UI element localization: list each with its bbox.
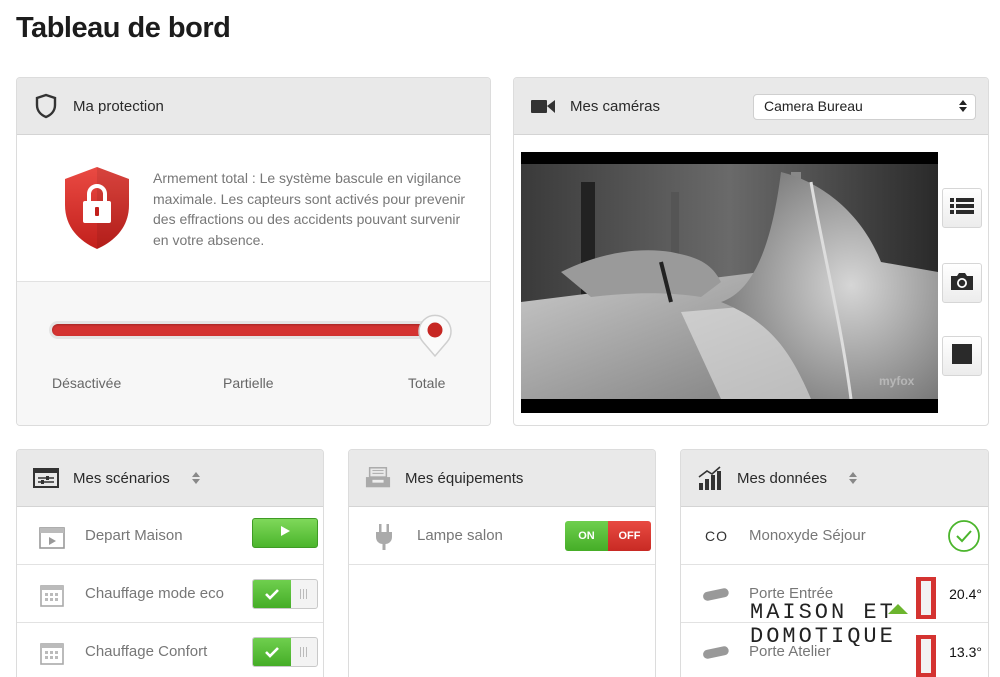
donnees-header: Mes données bbox=[681, 450, 988, 507]
co-icon: CO bbox=[705, 527, 728, 544]
calendar-icon bbox=[37, 638, 67, 668]
scenario-toggle[interactable] bbox=[252, 637, 318, 667]
check-icon bbox=[253, 580, 291, 608]
camera-select[interactable]: Camera Bureau bbox=[753, 94, 976, 120]
myfox-watermark: myfox bbox=[879, 374, 915, 388]
data-row: CO Monoxyde Séjour bbox=[681, 507, 988, 565]
protection-header: Ma protection bbox=[17, 78, 490, 135]
toggle-grip bbox=[300, 647, 307, 657]
slider-track[interactable] bbox=[52, 324, 436, 336]
scenario-row: Depart Maison bbox=[17, 507, 323, 565]
svg-text:DOMOTIQUE: DOMOTIQUE bbox=[750, 624, 896, 646]
equipements-panel: Mes équipements Lampe salon ON OFF bbox=[348, 449, 656, 677]
plug-icon bbox=[369, 522, 399, 552]
protection-body: Armement total : Le système bascule en v… bbox=[17, 135, 490, 282]
play-scenario-button[interactable] bbox=[252, 518, 318, 548]
stop-icon bbox=[952, 343, 972, 369]
scenarios-header: Mes scénarios bbox=[17, 450, 323, 507]
shield-outline-icon bbox=[33, 93, 59, 119]
level-partielle[interactable]: Partielle bbox=[223, 375, 274, 391]
protection-slider[interactable]: Désactivée Partielle Totale bbox=[17, 282, 490, 425]
level-desactivee[interactable]: Désactivée bbox=[52, 375, 121, 391]
off-button[interactable]: OFF bbox=[608, 521, 651, 551]
equipment-icon bbox=[365, 465, 391, 491]
cameras-title: Mes caméras bbox=[570, 97, 661, 115]
video-camera-icon bbox=[530, 93, 556, 119]
list-icon bbox=[950, 196, 974, 221]
protection-panel: Ma protection Armement total : Le systèm… bbox=[16, 77, 491, 426]
equipment-label: Lampe salon bbox=[417, 527, 503, 544]
data-label: Monoxyde Séjour bbox=[749, 527, 866, 544]
page-title: Tableau de bord bbox=[16, 12, 231, 44]
sensor-icon bbox=[701, 580, 731, 610]
bar-chart-icon bbox=[697, 465, 723, 491]
check-icon bbox=[253, 638, 291, 666]
scenario-label: Depart Maison bbox=[85, 527, 183, 544]
level-totale[interactable]: Totale bbox=[408, 375, 445, 391]
camera-list-button[interactable] bbox=[942, 188, 982, 228]
movie-icon bbox=[37, 522, 67, 552]
sensor-icon bbox=[701, 638, 731, 668]
donnees-title: Mes données bbox=[737, 469, 828, 487]
on-button[interactable]: ON bbox=[565, 521, 608, 551]
scenario-label: Chauffage Confort bbox=[85, 643, 208, 660]
camera-select-value: Camera Bureau bbox=[764, 98, 863, 114]
scenario-row: Chauffage Confort bbox=[17, 623, 323, 677]
sort-icon[interactable] bbox=[191, 472, 200, 484]
camera-stop-button[interactable] bbox=[942, 336, 982, 376]
equipements-header: Mes équipements bbox=[349, 450, 655, 507]
scenario-panel-icon bbox=[33, 465, 59, 491]
scenario-label: Chauffage mode eco bbox=[85, 585, 224, 602]
equipements-title: Mes équipements bbox=[405, 469, 524, 487]
scenario-toggle[interactable] bbox=[252, 579, 318, 609]
svg-text:MAISON ET: MAISON ET bbox=[750, 600, 896, 625]
status-ok-icon bbox=[947, 519, 981, 558]
scenario-row: Chauffage mode eco bbox=[17, 565, 323, 623]
equipment-row: Lampe salon ON OFF bbox=[349, 507, 655, 565]
cameras-panel: Mes caméras Camera Bureau myfox bbox=[513, 77, 989, 426]
sort-icon[interactable] bbox=[849, 472, 858, 484]
on-off-switch[interactable]: ON OFF bbox=[565, 521, 651, 551]
photo-camera-icon bbox=[949, 271, 975, 296]
scenarios-title: Mes scénarios bbox=[73, 469, 170, 487]
protection-description: Armement total : Le système bascule en v… bbox=[153, 170, 466, 248]
red-shield-lock-icon bbox=[61, 165, 133, 256]
calendar-icon bbox=[37, 580, 67, 610]
protection-title: Ma protection bbox=[73, 97, 164, 115]
maison-et-domotique-logo: MAISON ET MAISON ET DOMOTIQUE DOMOTIQUE bbox=[748, 598, 958, 651]
select-caret-icon bbox=[959, 100, 967, 112]
slider-handle[interactable] bbox=[417, 312, 453, 363]
play-icon bbox=[279, 524, 291, 542]
camera-feed[interactable]: myfox bbox=[521, 152, 938, 413]
scenarios-panel: Mes scénarios Depart Maison Chauffage mo… bbox=[16, 449, 324, 677]
camera-snapshot-button[interactable] bbox=[942, 263, 982, 303]
toggle-grip bbox=[300, 589, 307, 599]
